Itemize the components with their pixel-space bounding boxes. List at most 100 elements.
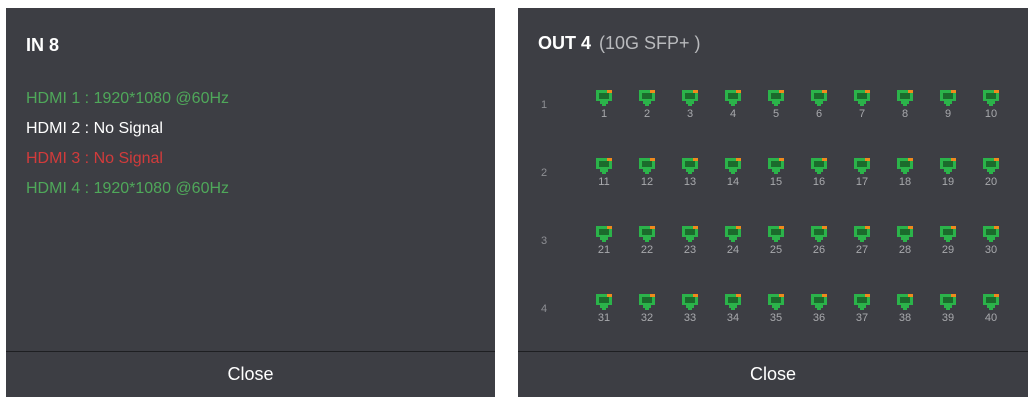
port-row: 1 1 2 3 4 5 6 7 8 9 10 [518,90,1028,158]
ethernet-port-icon [639,90,655,106]
ethernet-port-icon [682,90,698,106]
ethernet-port-icon [639,294,655,310]
port-number: 30 [984,244,998,256]
port-number: 10 [984,108,998,120]
ethernet-port-icon [940,294,956,310]
row-label: 2 [541,167,548,179]
ethernet-port-icon [596,158,612,174]
ethernet-port-icon [596,226,612,242]
port-button[interactable]: 33 [675,294,705,328]
port-number: 26 [812,244,826,256]
input-info-dialog: IN 8 HDMI 1 : 1920*1080 @60Hz HDMI 2 : N… [6,8,495,397]
port-number: 38 [898,312,912,324]
ethernet-port-icon [983,90,999,106]
port-button[interactable]: 21 [589,226,619,260]
port-button[interactable]: 23 [675,226,705,260]
port-number: 34 [726,312,740,324]
port-button[interactable]: 36 [804,294,834,328]
port-button[interactable]: 9 [933,90,963,124]
ethernet-port-icon [768,90,784,106]
port-number: 27 [855,244,869,256]
output-dialog-close-button[interactable]: Close [518,351,1028,397]
port-number: 15 [769,176,783,188]
ethernet-port-icon [596,90,612,106]
ethernet-port-icon [854,294,870,310]
ethernet-port-icon [639,158,655,174]
port-button[interactable]: 29 [933,226,963,260]
port-button[interactable]: 28 [890,226,920,260]
port-button[interactable]: 14 [718,158,748,192]
port-number: 36 [812,312,826,324]
port-button[interactable]: 37 [847,294,877,328]
port-button[interactable]: 12 [632,158,662,192]
ethernet-port-icon [725,226,741,242]
port-button[interactable]: 30 [976,226,1006,260]
ethernet-port-icon [940,226,956,242]
hdmi-status-item: HDMI 3 : No Signal [26,150,163,167]
port-button[interactable]: 15 [761,158,791,192]
ethernet-port-icon [811,226,827,242]
ethernet-port-icon [811,90,827,106]
port-number: 31 [597,312,611,324]
port-button[interactable]: 20 [976,158,1006,192]
port-button[interactable]: 1 [589,90,619,124]
port-number: 16 [812,176,826,188]
port-grid: 1 1 2 3 4 5 6 7 8 9 10 2 11 12 13 14 15 16 17 18 19 20 3 21 22 23… [518,90,1028,362]
port-number: 14 [726,176,740,188]
ethernet-port-icon [768,158,784,174]
output-dialog-title: OUT 4 (10G SFP+ ) [538,33,701,54]
port-number: 4 [729,108,737,120]
port-button[interactable]: 35 [761,294,791,328]
ethernet-port-icon [940,158,956,174]
port-number: 3 [686,108,694,120]
ethernet-port-icon [682,158,698,174]
port-button[interactable]: 24 [718,226,748,260]
port-button[interactable]: 18 [890,158,920,192]
port-button[interactable]: 6 [804,90,834,124]
port-number: 6 [815,108,823,120]
ethernet-port-icon [854,226,870,242]
port-button[interactable]: 22 [632,226,662,260]
port-number: 25 [769,244,783,256]
port-button[interactable]: 40 [976,294,1006,328]
ethernet-port-icon [983,158,999,174]
port-number: 28 [898,244,912,256]
port-button[interactable]: 27 [847,226,877,260]
port-button[interactable]: 32 [632,294,662,328]
ethernet-port-icon [682,226,698,242]
port-button[interactable]: 5 [761,90,791,124]
ethernet-port-icon [854,158,870,174]
port-number: 13 [683,176,697,188]
port-button[interactable]: 26 [804,226,834,260]
ethernet-port-icon [983,226,999,242]
port-button[interactable]: 31 [589,294,619,328]
port-button[interactable]: 2 [632,90,662,124]
port-button[interactable]: 19 [933,158,963,192]
port-number: 8 [901,108,909,120]
row-label: 3 [541,235,548,247]
input-dialog-close-button[interactable]: Close [6,351,495,397]
port-number: 22 [640,244,654,256]
port-button[interactable]: 3 [675,90,705,124]
port-number: 21 [597,244,611,256]
output-info-dialog: OUT 4 (10G SFP+ ) 1 1 2 3 4 5 6 7 8 9 10 2 11 12 13 14 15… [518,8,1028,397]
port-button[interactable]: 25 [761,226,791,260]
port-button[interactable]: 39 [933,294,963,328]
row-label: 4 [541,303,548,315]
ethernet-port-icon [811,294,827,310]
port-button[interactable]: 38 [890,294,920,328]
port-button[interactable]: 8 [890,90,920,124]
ethernet-port-icon [983,294,999,310]
hdmi-status-item: HDMI 2 : No Signal [26,120,163,137]
port-number: 19 [941,176,955,188]
port-button[interactable]: 17 [847,158,877,192]
input-dialog-title: IN 8 [26,35,60,55]
port-button[interactable]: 34 [718,294,748,328]
port-button[interactable]: 7 [847,90,877,124]
port-button[interactable]: 4 [718,90,748,124]
port-button[interactable]: 10 [976,90,1006,124]
port-button[interactable]: 13 [675,158,705,192]
port-button[interactable]: 11 [589,158,619,192]
port-button[interactable]: 16 [804,158,834,192]
ethernet-port-icon [682,294,698,310]
